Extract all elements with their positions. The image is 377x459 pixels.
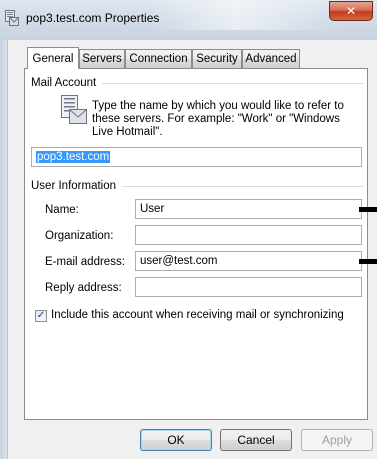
mail-account-icon — [61, 95, 87, 124]
properties-dialog: pop3.test.com Properties ✕ General Serve… — [0, 0, 377, 459]
title-bar[interactable]: pop3.test.com Properties ✕ — [0, 0, 377, 40]
user-information-group-title: User Information — [31, 180, 123, 192]
name-field[interactable]: User — [135, 199, 362, 219]
edge-marker-name — [359, 207, 377, 212]
general-tab-panel: Mail Account Type the name by which you … — [24, 68, 368, 420]
email-field[interactable]: user@test.com — [135, 251, 362, 271]
window-title: pop3.test.com Properties — [26, 11, 160, 25]
name-value: User — [140, 203, 165, 215]
tab-security[interactable]: Security — [192, 49, 242, 68]
mail-account-group-title: Mail Account — [31, 77, 103, 89]
tab-advanced-label: Advanced — [245, 53, 297, 65]
mail-account-description: Type the name by which you would like to… — [92, 100, 344, 138]
reply-address-field[interactable] — [135, 277, 362, 297]
tab-security-label: Security — [196, 53, 238, 65]
close-button[interactable]: ✕ — [329, 1, 373, 21]
close-icon: ✕ — [345, 4, 357, 18]
account-name-field[interactable]: pop3.test.com — [31, 147, 362, 167]
window-left-frame — [0, 40, 7, 459]
ok-button[interactable]: OK — [140, 429, 212, 451]
checkmark-icon: ✓ — [36, 310, 46, 321]
cancel-button[interactable]: Cancel — [220, 429, 292, 451]
include-account-label[interactable]: Include this account when receiving mail… — [51, 309, 344, 321]
account-name-value: pop3.test.com — [36, 151, 111, 163]
cancel-button-label: Cancel — [237, 433, 275, 447]
title-bar-sheen — [150, 0, 340, 30]
organization-label: Organization: — [45, 230, 114, 242]
tab-general[interactable]: General — [27, 47, 79, 69]
apply-button[interactable]: Apply — [301, 429, 373, 451]
name-label: Name: — [45, 204, 79, 216]
reply-address-label: Reply address: — [45, 282, 122, 294]
tab-servers-label: Servers — [82, 53, 122, 65]
edge-marker-email — [359, 259, 377, 264]
include-account-checkbox[interactable]: ✓ — [35, 310, 47, 322]
tab-general-label: General — [32, 53, 74, 65]
organization-field[interactable] — [135, 225, 362, 245]
tab-connection[interactable]: Connection — [125, 49, 192, 68]
tab-servers[interactable]: Servers — [79, 49, 125, 68]
apply-button-label: Apply — [321, 433, 353, 447]
tab-connection-label: Connection — [129, 53, 188, 65]
tab-advanced[interactable]: Advanced — [242, 49, 300, 68]
email-label: E-mail address: — [45, 256, 125, 268]
ok-button-label: OK — [167, 433, 185, 447]
account-properties-icon — [5, 10, 19, 26]
email-value: user@test.com — [140, 255, 218, 267]
